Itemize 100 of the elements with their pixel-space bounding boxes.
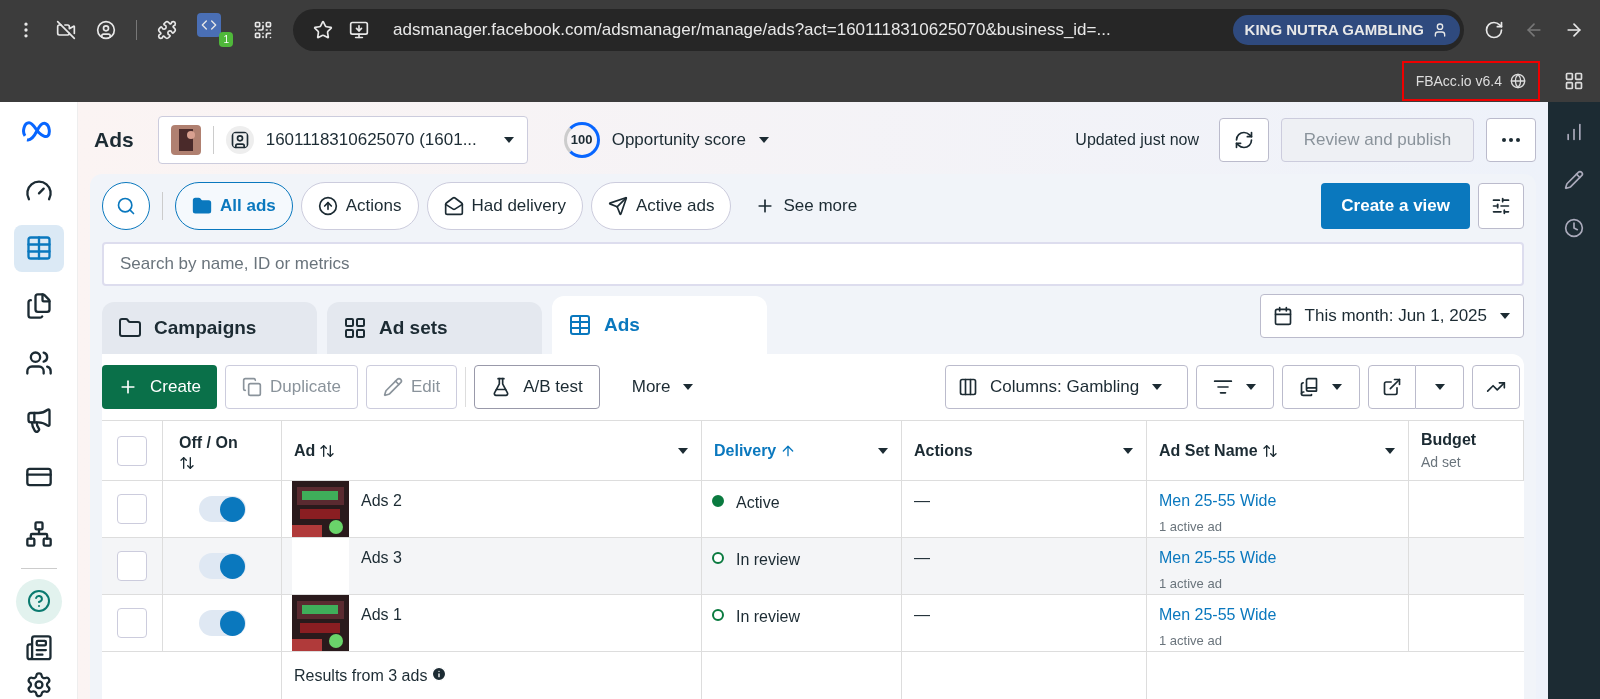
people-icon xyxy=(24,348,53,377)
caret-icon xyxy=(677,446,689,455)
caret-icon xyxy=(757,136,770,144)
breakdown-button[interactable] xyxy=(1196,365,1274,409)
ad-set-link[interactable]: Men 25-55 Wide xyxy=(1159,546,1396,570)
delivery-status: In review xyxy=(736,550,801,570)
caret-icon xyxy=(1151,383,1164,391)
ab-test-button[interactable]: A/B test xyxy=(474,365,600,409)
extension-label[interactable]: FBAcc.io v6.4 xyxy=(1401,61,1540,101)
filter-chip[interactable]: Active ads xyxy=(591,182,732,230)
create-button[interactable]: Create xyxy=(102,365,218,409)
code-icon xyxy=(201,17,217,33)
news-icon[interactable] xyxy=(24,633,53,662)
edit-icon[interactable] xyxy=(1564,170,1584,190)
date-picker[interactable]: This month: Jun 1, 2025 xyxy=(1259,294,1524,338)
folder-icon xyxy=(192,196,212,216)
profile-pill[interactable]: KING NUTRA GAMBLING xyxy=(1232,14,1460,46)
ads-icon xyxy=(568,313,592,337)
sliders-icon xyxy=(1491,196,1511,216)
level-tab[interactable]: Ad sets xyxy=(327,302,542,354)
level-tab[interactable]: Ads xyxy=(552,296,767,354)
column-sublabel: Ad set xyxy=(1421,453,1462,472)
caret-icon xyxy=(682,383,695,391)
sort-icon[interactable] xyxy=(179,454,195,471)
extension-name: FBAcc.io v6.4 xyxy=(1415,71,1502,91)
column-label: Ad xyxy=(294,440,316,461)
network-icon xyxy=(24,520,53,549)
more-menu-button[interactable]: More xyxy=(607,365,719,409)
account-name: 1601118310625070 (1601... xyxy=(265,129,478,152)
info-icon[interactable] xyxy=(431,666,448,682)
opportunity-score[interactable]: 100 Opportunity score xyxy=(563,122,770,158)
caret-icon xyxy=(1499,312,1511,320)
page-title: Ads xyxy=(94,127,134,154)
ad-name[interactable]: Ads 2 xyxy=(361,481,402,513)
help-icon xyxy=(26,589,51,614)
pencil-icon xyxy=(382,377,403,397)
camera-off-icon[interactable] xyxy=(56,20,76,40)
globe-icon xyxy=(1510,73,1526,89)
row-checkbox[interactable] xyxy=(117,551,147,581)
address-bar[interactable]: adsmanager.facebook.com/adsmanager/manage/ads?act=1601118310625070&business_id=... KING NUTRA GAMBLING xyxy=(293,9,1464,51)
apps-icon[interactable] xyxy=(1564,71,1584,91)
create-view-button[interactable]: Create a view xyxy=(1321,183,1470,229)
update-status: Updated just now xyxy=(1075,130,1199,150)
caret-icon xyxy=(1122,446,1134,455)
settings-icon[interactable] xyxy=(24,671,53,699)
see-more-button[interactable]: See more xyxy=(739,182,874,230)
account-icon xyxy=(225,126,254,154)
toggle-switch[interactable] xyxy=(198,496,246,522)
export-icon xyxy=(1382,377,1402,397)
ad-set-link[interactable]: Men 25-55 Wide xyxy=(1159,603,1396,627)
score-label: Opportunity score xyxy=(611,129,746,152)
search-field[interactable]: Search by name, ID or metrics xyxy=(102,242,1524,286)
column-label: Budget xyxy=(1421,430,1477,450)
column-label: Ad Set Name xyxy=(1159,440,1258,461)
megaphone-icon xyxy=(24,405,53,434)
ellipsis-icon xyxy=(1502,138,1520,142)
caret-icon xyxy=(1331,383,1343,391)
delivery-status: In review xyxy=(736,607,801,627)
level-tab[interactable]: Campaigns xyxy=(102,302,317,354)
ad-name[interactable]: Ads 1 xyxy=(361,595,402,627)
install-icon[interactable] xyxy=(349,20,369,40)
toggle-switch[interactable] xyxy=(198,610,246,636)
column-label: Delivery xyxy=(714,440,777,461)
sort-icon[interactable] xyxy=(319,442,336,459)
profile-icon[interactable] xyxy=(96,20,116,40)
column-label: Actions xyxy=(914,440,973,461)
settings-button[interactable] xyxy=(1478,183,1524,229)
account-selector[interactable]: 1601118310625070 (1601... xyxy=(157,116,528,164)
bookmark-icon[interactable] xyxy=(313,20,333,40)
export-button[interactable] xyxy=(1368,365,1416,409)
select-all-checkbox[interactable] xyxy=(117,435,147,466)
sort-icon[interactable] xyxy=(1261,442,1278,459)
toggle-switch[interactable] xyxy=(198,553,246,579)
charts-button[interactable] xyxy=(1472,365,1520,409)
documents-icon xyxy=(24,291,53,320)
delivery-status: Active xyxy=(736,493,780,513)
actions-value: — xyxy=(914,606,930,623)
row-checkbox[interactable] xyxy=(117,608,147,638)
filter-chip[interactable]: All ads xyxy=(175,182,293,230)
ad-name[interactable]: Ads 3 xyxy=(361,538,402,570)
chart-icon[interactable] xyxy=(1564,122,1584,142)
refresh-button[interactable] xyxy=(1219,118,1269,162)
reports-button[interactable] xyxy=(1282,365,1360,409)
filter-chip[interactable]: Actions xyxy=(300,182,419,230)
refresh-icon xyxy=(1234,130,1254,150)
history-icon[interactable] xyxy=(1564,218,1584,238)
caret-icon xyxy=(877,446,889,455)
qr-code-icon[interactable] xyxy=(253,20,273,40)
ad-set-link[interactable]: Men 25-55 Wide xyxy=(1159,489,1396,513)
calendar-icon xyxy=(1272,306,1293,326)
breakdown-icon xyxy=(1213,377,1233,397)
columns-button[interactable]: Columns: Gambling xyxy=(945,365,1188,409)
reload-icon[interactable] xyxy=(1484,20,1504,40)
search-button[interactable] xyxy=(102,182,150,230)
copy-icon xyxy=(242,377,263,397)
ad-set-status: 1 active ad xyxy=(1159,632,1223,650)
extensions-icon[interactable] xyxy=(157,20,177,40)
row-checkbox[interactable] xyxy=(117,494,147,524)
filter-chip[interactable]: Had delivery xyxy=(426,182,583,230)
ad-set-status: 1 active ad xyxy=(1159,518,1223,536)
